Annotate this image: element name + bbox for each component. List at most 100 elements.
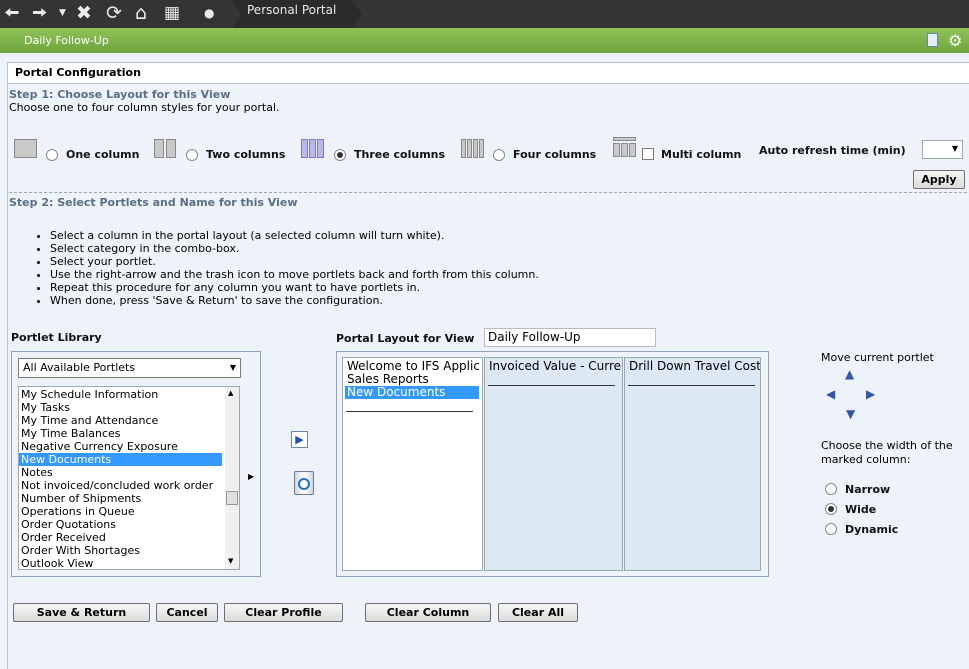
trash-icon[interactable] bbox=[292, 468, 316, 496]
scroll-down-icon[interactable]: ▼ bbox=[228, 557, 233, 565]
instruction-item: Select category in the combo-box. bbox=[50, 242, 539, 255]
portlet-list-item[interactable]: New Documents bbox=[19, 453, 222, 466]
page-header-bar: Daily Follow-Up ⚙ bbox=[0, 28, 969, 53]
instructions-list: Select a column in the portal layout (a … bbox=[36, 229, 539, 307]
one-column-label: One column bbox=[66, 148, 140, 161]
portlet-list-item[interactable]: My Time Balances bbox=[19, 427, 222, 440]
move-up-icon[interactable]: ▲ bbox=[845, 367, 854, 381]
layout-portlet-item[interactable]: Sales Reports bbox=[345, 373, 479, 386]
three-columns-radio[interactable] bbox=[334, 149, 346, 161]
wide-radio[interactable] bbox=[825, 503, 837, 515]
chevron-down-icon: ▼ bbox=[229, 363, 236, 372]
column-width-label: Choose the width of the marked column: bbox=[821, 439, 953, 466]
portlet-list-item[interactable]: My Schedule Information bbox=[19, 388, 222, 401]
instruction-item: Select your portlet. bbox=[50, 255, 539, 268]
view-name-input[interactable]: Daily Follow-Up bbox=[484, 328, 656, 347]
gear-icon[interactable]: ⚙ bbox=[948, 28, 962, 53]
portlet-list-item[interactable]: Notes bbox=[19, 466, 222, 479]
instruction-item: Repeat this procedure for any column you… bbox=[50, 281, 539, 294]
chevron-down-icon: ▼ bbox=[951, 144, 958, 153]
refresh-icon[interactable]: ⟳ bbox=[106, 2, 122, 24]
column-end-line bbox=[346, 411, 473, 412]
four-columns-icon bbox=[461, 139, 485, 158]
portlet-list-item[interactable]: Order Received bbox=[19, 531, 222, 544]
four-columns-radio[interactable] bbox=[493, 149, 505, 161]
page-icon[interactable] bbox=[927, 33, 938, 47]
multi-column-checkbox[interactable] bbox=[642, 148, 654, 160]
portlet-list-item[interactable]: My Time and Attendance bbox=[19, 414, 222, 427]
three-columns-icon bbox=[301, 139, 325, 158]
layout-portlet-item[interactable]: Welcome to IFS Applica bbox=[345, 360, 479, 373]
auto-refresh-select[interactable]: ▼ bbox=[922, 140, 963, 159]
add-to-column-button[interactable]: ▶ bbox=[291, 431, 308, 448]
clear-profile-button[interactable]: Clear Profile bbox=[224, 603, 343, 622]
step1-description: Choose one to four column styles for you… bbox=[9, 101, 280, 114]
scrollbar[interactable]: ▲ ▼ bbox=[225, 387, 239, 569]
scroll-up-icon[interactable]: ▲ bbox=[228, 389, 233, 397]
clear-all-button[interactable]: Clear All bbox=[498, 603, 578, 622]
layout-portlet-item[interactable]: New Documents bbox=[345, 386, 479, 399]
scroll-thumb[interactable] bbox=[226, 491, 238, 505]
auto-refresh-label: Auto refresh time (min) bbox=[759, 144, 906, 157]
narrow-radio[interactable] bbox=[825, 483, 837, 495]
portlet-list-item[interactable]: Outlook View bbox=[19, 557, 222, 569]
portlet-list-item[interactable]: My Tasks bbox=[19, 401, 222, 414]
breadcrumb-personal-portal[interactable]: Personal Portal bbox=[232, 0, 362, 28]
cancel-button[interactable]: Cancel bbox=[156, 603, 218, 622]
step1-title: Step 1: Choose Layout for this View bbox=[9, 88, 231, 101]
clear-column-button[interactable]: Clear Column bbox=[365, 603, 491, 622]
save-return-button[interactable]: Save & Return bbox=[13, 603, 150, 622]
layout-column-2[interactable]: Invoiced Value - Curre bbox=[484, 357, 623, 571]
dropdown-icon[interactable]: ▼ bbox=[59, 2, 66, 24]
portlet-list-item[interactable]: Order With Shortages bbox=[19, 544, 222, 557]
move-right-icon[interactable]: ▶ bbox=[866, 387, 875, 401]
move-left-icon[interactable]: ◀ bbox=[826, 387, 835, 401]
portlet-list-item[interactable]: Not invoiced/concluded work order bbox=[19, 479, 222, 492]
page-title: Daily Follow-Up bbox=[24, 34, 109, 47]
column-end-line bbox=[488, 385, 615, 386]
dynamic-label: Dynamic bbox=[845, 523, 899, 536]
one-column-icon bbox=[14, 139, 37, 158]
forward-arrow-icon[interactable]: 🠪 bbox=[32, 2, 48, 24]
caret-right-icon: ▶ bbox=[248, 472, 255, 481]
multi-column-icon bbox=[613, 137, 637, 158]
column-end-line bbox=[628, 385, 755, 386]
instruction-item: When done, press 'Save & Return' to save… bbox=[50, 294, 539, 307]
category-select[interactable]: All Available Portlets ▼ bbox=[18, 358, 241, 378]
layout-portlet-item[interactable]: Invoiced Value - Curre bbox=[487, 360, 621, 373]
two-columns-label: Two columns bbox=[206, 148, 286, 161]
step2-title: Step 2: Select Portlets and Name for thi… bbox=[9, 196, 298, 209]
back-arrow-icon[interactable]: 🠨 bbox=[4, 2, 20, 24]
narrow-label: Narrow bbox=[845, 483, 891, 496]
two-columns-radio[interactable] bbox=[186, 149, 198, 161]
two-columns-icon bbox=[154, 139, 177, 158]
move-down-icon[interactable]: ▼ bbox=[846, 407, 855, 421]
home-icon[interactable]: ⌂ bbox=[135, 2, 147, 24]
portlet-listbox[interactable]: My Schedule Information My Tasks My Time a… bbox=[18, 386, 240, 570]
three-columns-label: Three columns bbox=[354, 148, 446, 161]
dot-icon[interactable]: ● bbox=[204, 2, 214, 24]
grid-icon[interactable]: ▦ bbox=[164, 2, 180, 24]
one-column-radio[interactable] bbox=[46, 149, 58, 161]
portal-layout-label: Portal Layout for View bbox=[336, 332, 475, 345]
move-portlet-label: Move current portlet bbox=[821, 351, 934, 364]
portlet-list-item[interactable]: Order Quotations bbox=[19, 518, 222, 531]
apply-button[interactable]: Apply bbox=[913, 170, 965, 189]
layout-column-3[interactable]: Drill Down Travel Cost bbox=[624, 357, 761, 571]
layout-column-1[interactable]: Welcome to IFS Applica Sales Reports New D… bbox=[342, 357, 483, 571]
portlet-list-item[interactable]: Operations in Queue bbox=[19, 505, 222, 518]
portlet-list-item[interactable]: Negative Currency Exposure bbox=[19, 440, 222, 453]
portlet-list-item[interactable]: Number of Shipments bbox=[19, 492, 222, 505]
panel-title: Portal Configuration bbox=[7, 62, 969, 84]
instruction-item: Select a column in the portal layout (a … bbox=[50, 229, 539, 242]
divider bbox=[9, 192, 967, 193]
close-icon[interactable]: ✖ bbox=[76, 2, 92, 24]
multi-column-label: Multi column bbox=[661, 148, 742, 161]
instruction-item: Use the right-arrow and the trash icon t… bbox=[50, 268, 539, 281]
portlet-library-label: Portlet Library bbox=[11, 331, 102, 344]
layout-portlet-item[interactable]: Drill Down Travel Cost bbox=[627, 360, 760, 373]
wide-label: Wide bbox=[845, 503, 877, 516]
top-toolbar: 🠨 🠪 ▼ ✖ ⟳ ⌂ ▦ ● Personal Portal bbox=[0, 0, 969, 28]
four-columns-label: Four columns bbox=[513, 148, 597, 161]
dynamic-radio[interactable] bbox=[825, 523, 837, 535]
